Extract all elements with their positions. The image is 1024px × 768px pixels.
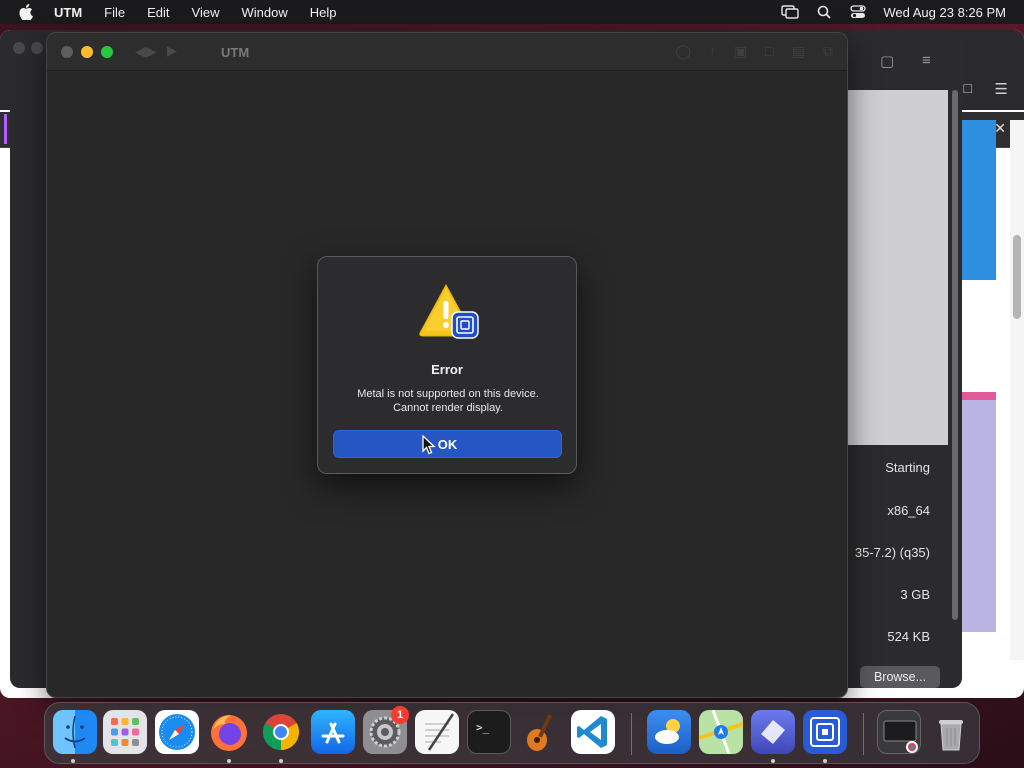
dock-launchpad-icon[interactable]	[103, 710, 147, 754]
dock-vscode-icon[interactable]	[571, 710, 615, 754]
dock-downloads-stack-icon[interactable]	[877, 710, 921, 754]
dock-utm-icon[interactable]	[803, 710, 847, 754]
vm-machine-value: 35-7.2) (q35)	[854, 545, 930, 560]
menu-edit[interactable]: Edit	[136, 0, 180, 24]
minimize-window-button[interactable]	[81, 46, 93, 58]
vm-toolbar-tools: ◯ ↑ ▣ □ ▤ ⧉	[675, 43, 833, 60]
browser-scrollbar-thumb[interactable]	[1013, 235, 1021, 319]
menu-view[interactable]: View	[181, 0, 231, 24]
sliders-icon[interactable]: ≡	[922, 52, 931, 69]
dock-separator-2	[863, 713, 864, 755]
dialog-message-line-2: Cannot render display.	[393, 402, 503, 414]
resize-window-icon[interactable]: ⧉	[823, 43, 833, 60]
dialog-message: Metal is not supported on this device. C…	[328, 387, 568, 415]
dock-running-dot-chrome	[279, 759, 283, 763]
page-thumbnail-right-bottom	[962, 392, 996, 632]
error-dialog: Error Metal is not supported on this dev…	[317, 256, 577, 474]
dock-weather-icon[interactable]	[647, 710, 691, 754]
menubar-clock[interactable]: Wed Aug 23 8:26 PM	[875, 5, 1024, 20]
close-infobar-icon[interactable]: ✕	[994, 120, 1006, 137]
menu-help[interactable]: Help	[299, 0, 348, 24]
drive-icon[interactable]: ▣	[734, 43, 747, 60]
app-menu-utm[interactable]: UTM	[52, 0, 93, 24]
dock-terminal-icon[interactable]: >_	[467, 710, 511, 754]
utm-details-scrollbar[interactable]	[950, 90, 960, 620]
close-window-button[interactable]	[61, 46, 73, 58]
dock-app-store-icon[interactable]	[311, 710, 355, 754]
dock-finder-icon[interactable]	[53, 710, 97, 754]
capture-mouse-icon[interactable]: ◯	[675, 43, 691, 60]
info-bar-accent	[4, 114, 7, 144]
dock-firefox-icon[interactable]	[207, 710, 251, 754]
close-dot[interactable]	[13, 42, 25, 54]
browse-button[interactable]: Browse...	[860, 666, 940, 688]
stop-vm-icon[interactable]: ◀▶	[135, 43, 157, 60]
apple-menu-icon[interactable]	[0, 4, 52, 20]
dock-running-dot-firefox	[227, 759, 231, 763]
dock-flow-app-icon[interactable]	[751, 710, 795, 754]
spotlight-search-icon[interactable]	[807, 5, 841, 19]
dock: 1 >_	[44, 702, 980, 764]
vm-preview-pane	[848, 90, 948, 445]
browser-scrollbar[interactable]	[1010, 120, 1024, 660]
dock-running-dot-flow-app	[771, 759, 775, 763]
ok-button[interactable]: OK	[333, 430, 562, 458]
menu-file[interactable]: File	[93, 0, 136, 24]
utm-main-traffic-lights	[10, 42, 43, 54]
warning-icon	[418, 283, 480, 339]
page-thumbnail-right-top	[962, 120, 996, 280]
hamburger-menu-icon[interactable]: ☰	[995, 80, 1008, 98]
dock-textedit-icon[interactable]	[415, 710, 459, 754]
dock-chrome-icon[interactable]	[259, 710, 303, 754]
dock-maps-icon[interactable]	[698, 709, 744, 755]
mouse-cursor-icon	[422, 434, 436, 455]
share-icon[interactable]: □	[964, 80, 972, 96]
dock-running-dot-utm	[823, 759, 827, 763]
vm-architecture-value: x86_64	[887, 503, 930, 518]
svg-text:>_: >_	[476, 721, 490, 734]
maximize-window-button[interactable]	[101, 46, 113, 58]
dock-garageband-icon[interactable]	[519, 710, 563, 754]
play-vm-icon[interactable]: ▶	[167, 43, 177, 59]
vm-traffic-lights	[61, 46, 113, 58]
vm-status-value: Starting	[885, 460, 930, 475]
dock-trash-icon[interactable]	[929, 710, 973, 754]
vm-titlebar: ◀▶ ▶ UTM ◯ ↑ ▣ □ ▤ ⧉	[47, 33, 847, 71]
window-square-icon[interactable]: ▢	[880, 52, 894, 70]
dock-separator	[631, 713, 632, 755]
screen-mirroring-icon[interactable]	[773, 5, 807, 19]
menu-window[interactable]: Window	[230, 0, 298, 24]
menu-bar: UTM File Edit View Window Help Wed Aug 2…	[0, 0, 1024, 24]
dialog-title: Error	[431, 362, 463, 377]
keyboard-icon[interactable]: ▤	[792, 43, 805, 60]
vm-window-title: UTM	[221, 45, 250, 60]
utm-details-scrollbar-thumb[interactable]	[952, 90, 958, 620]
usb-icon[interactable]: ↑	[709, 43, 716, 60]
control-center-icon[interactable]	[841, 5, 875, 19]
shared-folder-icon[interactable]: □	[765, 43, 773, 60]
settings-notification-badge: 1	[391, 706, 409, 724]
dock-running-dot-finder	[71, 759, 75, 763]
dialog-message-line-1: Metal is not supported on this device.	[357, 388, 539, 400]
vm-memory-value: 3 GB	[900, 587, 930, 602]
minimize-dot[interactable]	[31, 42, 43, 54]
vm-size-value: 524 KB	[887, 629, 930, 644]
dock-safari-icon[interactable]	[155, 710, 199, 754]
